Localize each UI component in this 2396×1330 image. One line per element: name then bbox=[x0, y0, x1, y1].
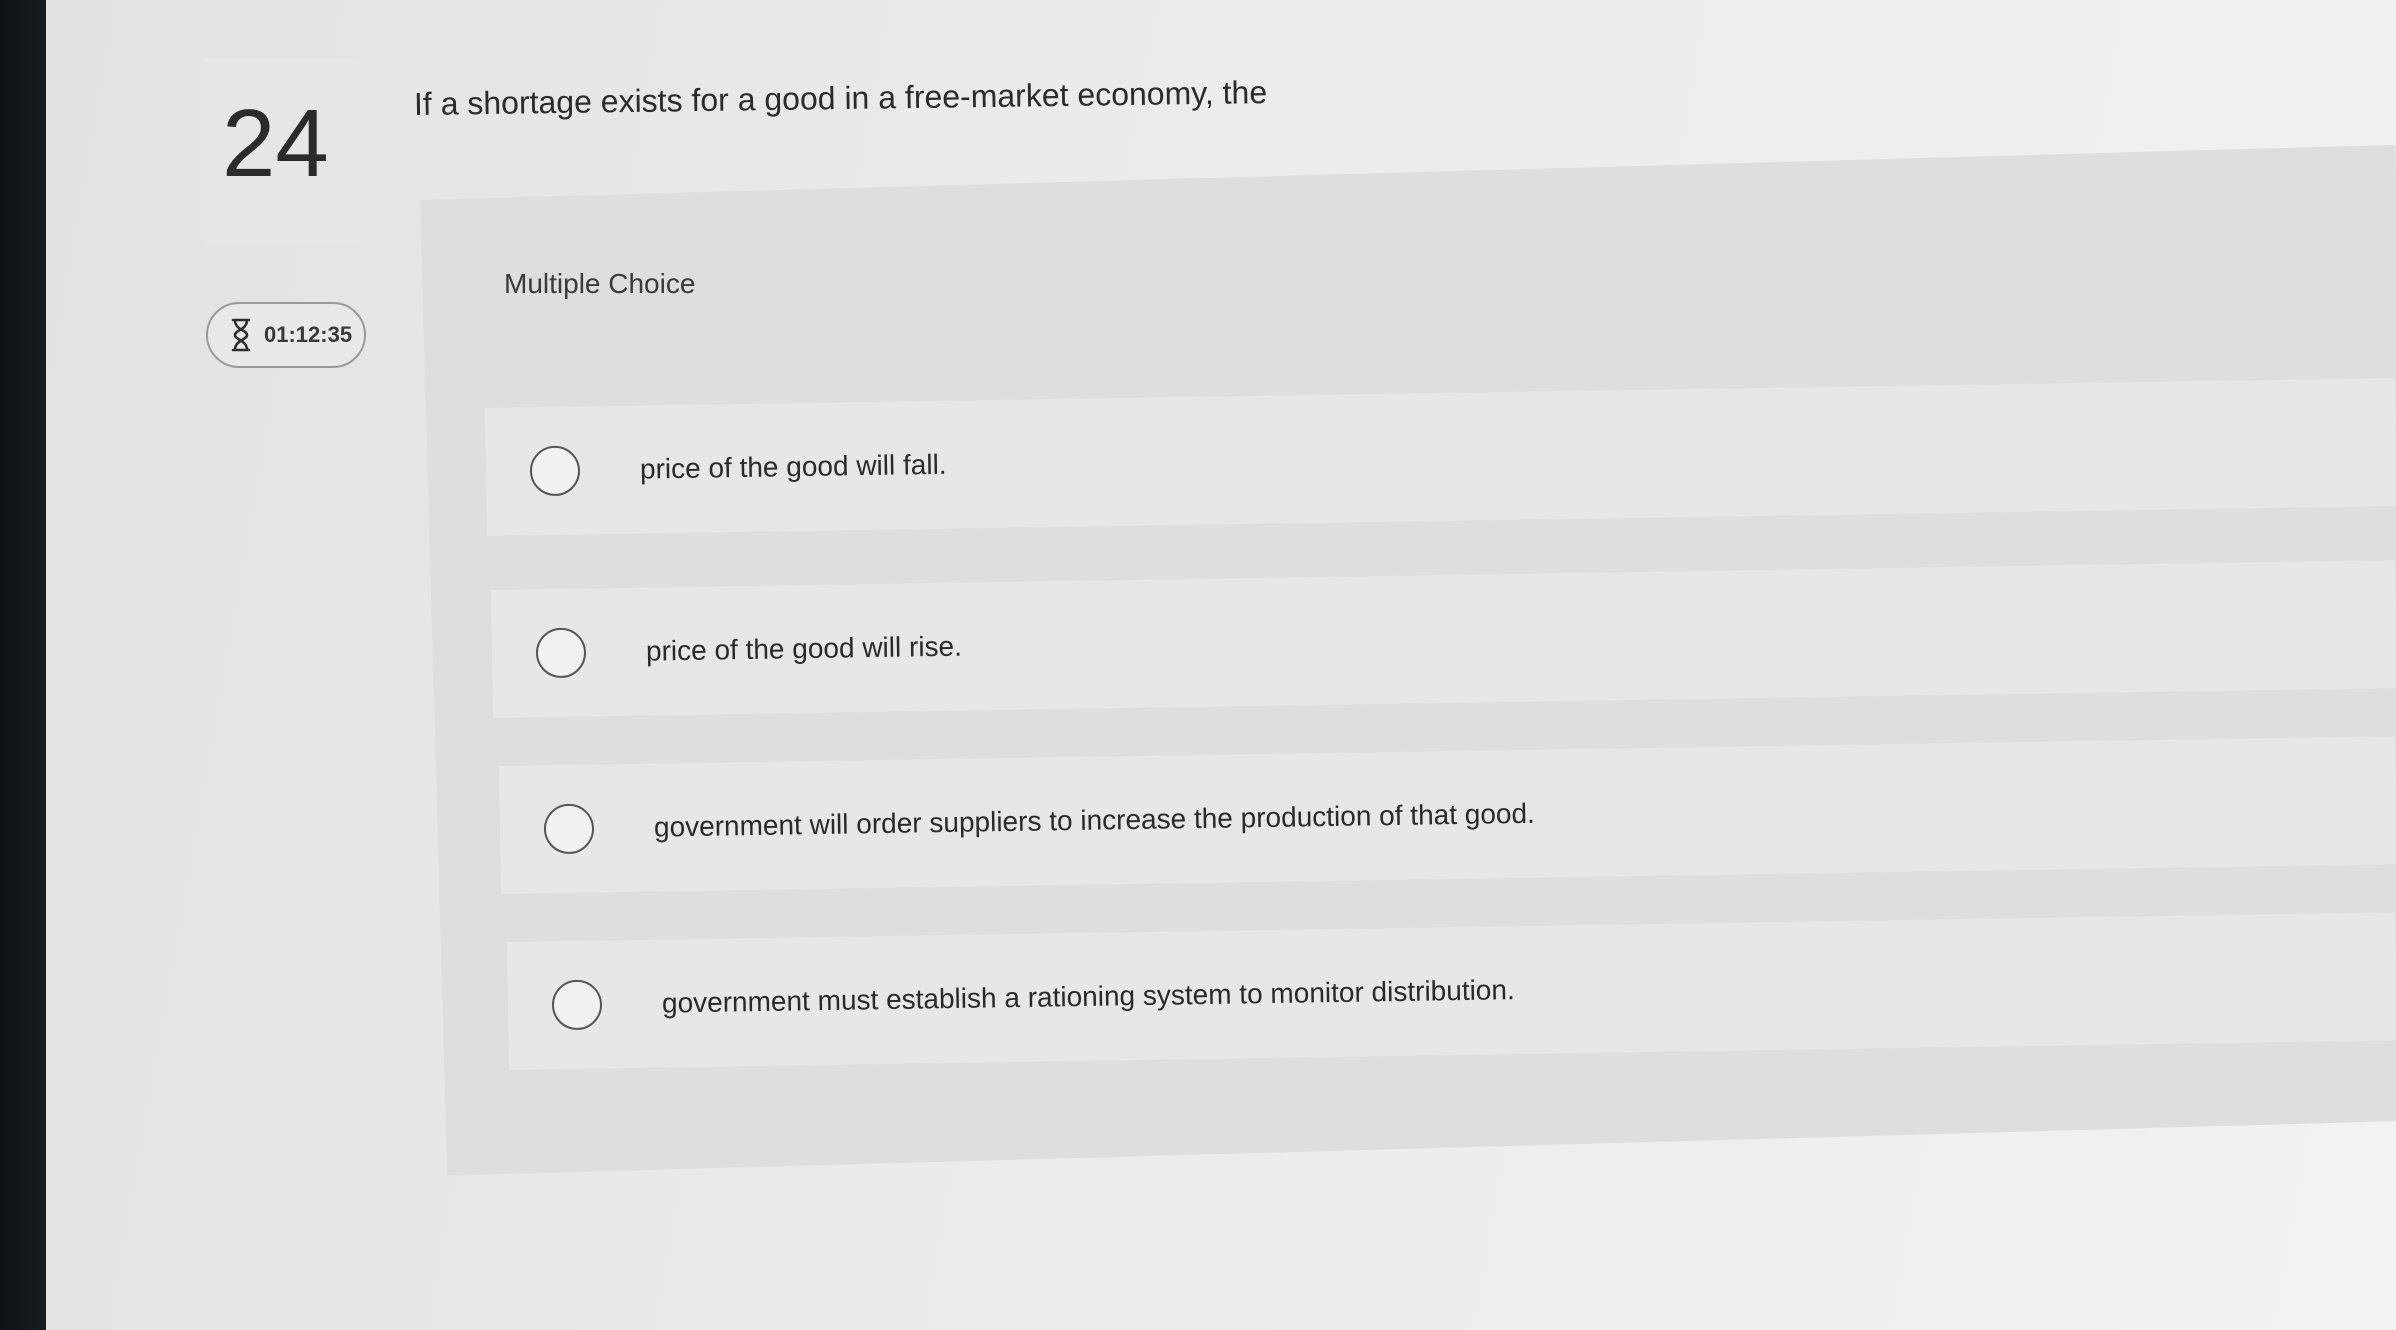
radio-button-icon[interactable] bbox=[529, 445, 581, 497]
question-number: 24 bbox=[222, 90, 329, 197]
answer-option-label: government must establish a rationing sy… bbox=[661, 974, 1515, 1019]
hourglass-icon bbox=[230, 318, 252, 352]
answer-option-label: price of the good will fall. bbox=[639, 448, 947, 485]
timer-text: 01:12:35 bbox=[264, 322, 353, 347]
question-type-label: Multiple Choice bbox=[504, 268, 696, 299]
radio-button-icon[interactable] bbox=[535, 627, 587, 679]
answer-option-label: price of the good will rise. bbox=[645, 630, 963, 667]
timer-badge[interactable]: 01:12:35 bbox=[206, 302, 366, 368]
radio-button-icon[interactable] bbox=[543, 803, 595, 855]
radio-button-icon[interactable] bbox=[551, 979, 603, 1031]
answer-option-label: government will order suppliers to incre… bbox=[653, 797, 1536, 843]
